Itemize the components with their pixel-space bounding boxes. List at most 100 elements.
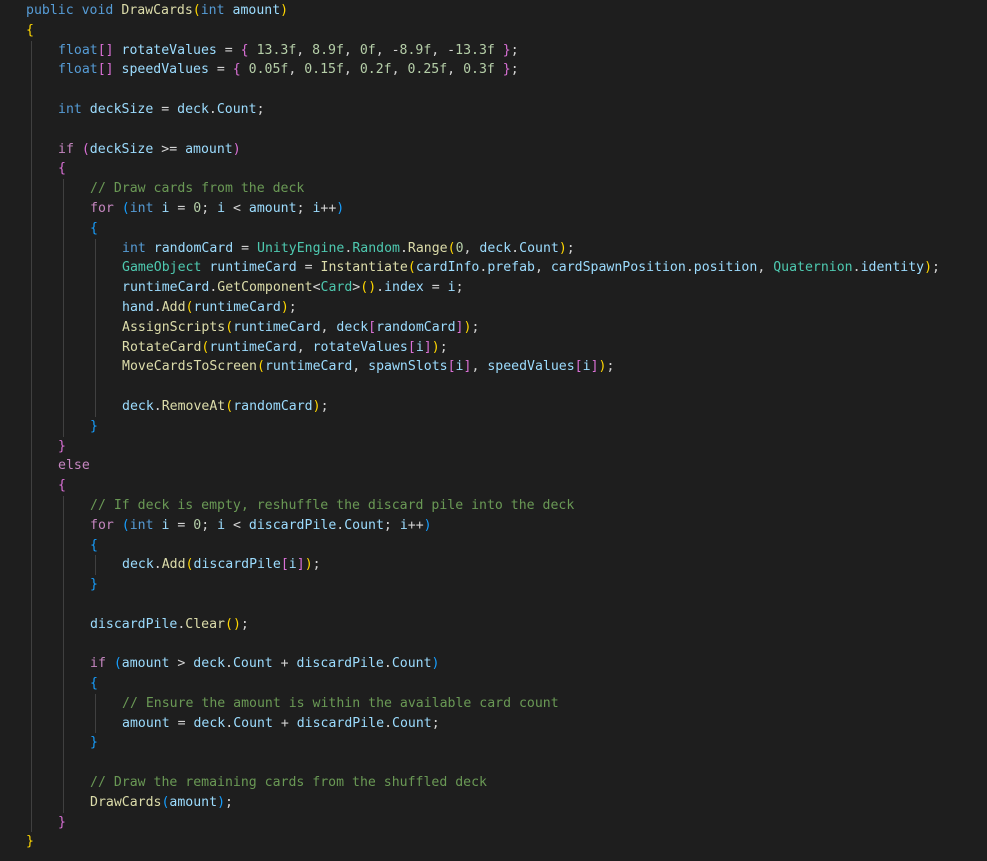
code-token: } <box>90 418 98 434</box>
indent-guide <box>31 238 32 259</box>
code-token: discardPile <box>296 656 384 672</box>
code-token: , - <box>375 42 400 58</box>
code-token: GameObject <box>122 260 202 276</box>
code-token: // Draw the remaining cards from the shu… <box>90 775 487 791</box>
indent-guide <box>31 40 32 61</box>
code-line[interactable] <box>0 594 987 615</box>
code-line[interactable]: } <box>0 832 987 852</box>
code-line[interactable]: for (int i = 0; i < amount; i++) <box>0 198 987 219</box>
code-line[interactable]: } <box>0 733 987 754</box>
code-token: ; <box>296 200 313 216</box>
code-line[interactable]: { <box>0 476 987 496</box>
code-line[interactable]: RotateCard(runtimeCard, rotateValues[i])… <box>0 337 987 358</box>
code-token: 0f <box>359 42 376 58</box>
code-token: , - <box>431 42 456 58</box>
code-token: Count <box>391 656 432 672</box>
code-token: cardInfo <box>415 260 480 276</box>
code-token: Add <box>161 557 186 573</box>
code-token: int <box>58 101 82 117</box>
code-line[interactable]: } <box>0 812 987 833</box>
code-token: . <box>511 240 520 256</box>
code-token: runtimeCard <box>209 260 297 276</box>
code-line[interactable]: GameObject runtimeCard = Instantiate(car… <box>0 258 987 279</box>
code-line[interactable]: deck.RemoveAt(randomCard); <box>0 396 987 417</box>
code-token: Count <box>519 240 559 256</box>
code-token: . <box>153 398 162 414</box>
indent-guide <box>95 555 96 576</box>
code-line[interactable]: deck.Add(discardPile[i]); <box>0 555 987 576</box>
code-line[interactable]: if (deckSize >= amount) <box>0 139 987 160</box>
indent-guide <box>31 674 32 694</box>
code-token: discardPile <box>296 715 385 731</box>
code-line[interactable]: } <box>0 575 987 595</box>
indent-guide <box>63 535 64 556</box>
code-line[interactable]: hand.Add(runtimeCard); <box>0 297 987 318</box>
code-token: < <box>312 280 321 296</box>
indent-guide <box>95 238 96 259</box>
indent-guide <box>31 773 32 793</box>
code-editor[interactable]: public void DrawCards(int amount){float[… <box>0 0 987 861</box>
code-line[interactable]: { <box>0 674 987 694</box>
code-line[interactable]: int randomCard = UnityEngine.Random.Rang… <box>0 238 987 259</box>
code-token: = <box>208 62 233 78</box>
code-line[interactable]: float[] speedValues = { 0.05f, 0.15f, 0.… <box>0 60 987 81</box>
indent-guide <box>63 258 64 279</box>
code-token: MoveCardsToScreen <box>122 359 257 375</box>
code-token: [ <box>574 359 583 375</box>
code-token: // Draw cards from the deck <box>90 181 305 197</box>
code-token: float <box>58 62 98 78</box>
code-line[interactable]: discardPile.Clear(); <box>0 614 987 635</box>
code-line[interactable]: { <box>0 21 987 41</box>
code-line[interactable]: runtimeCard.GetComponent<Card>().index =… <box>0 278 987 298</box>
code-line[interactable]: // Draw cards from the deck <box>0 179 987 199</box>
code-token: ( <box>121 200 130 216</box>
code-line[interactable]: int deckSize = deck.Count; <box>0 99 987 120</box>
code-token: () <box>360 280 377 296</box>
code-line[interactable] <box>0 377 987 397</box>
code-line[interactable]: AssignScripts(runtimeCard, deck[randomCa… <box>0 317 987 338</box>
code-line[interactable] <box>0 80 987 100</box>
code-token: ; <box>225 794 233 810</box>
indent-guide <box>31 80 32 100</box>
code-token: { <box>26 22 34 38</box>
code-line[interactable]: if (amount > deck.Count + discardPile.Co… <box>0 654 987 675</box>
code-line[interactable]: public void DrawCards(int amount) <box>0 1 987 21</box>
code-line[interactable]: { <box>0 159 987 180</box>
code-line[interactable]: // Draw the remaining cards from the shu… <box>0 773 987 793</box>
code-token: ) <box>423 517 432 533</box>
code-line[interactable]: MoveCardsToScreen(runtimeCard, spawnSlot… <box>0 357 987 378</box>
code-token: , <box>320 319 337 335</box>
code-line[interactable] <box>0 634 987 655</box>
code-line[interactable]: else <box>0 456 987 477</box>
code-line[interactable] <box>0 753 987 774</box>
code-token: if <box>58 141 74 157</box>
code-line[interactable]: amount = deck.Count + discardPile.Count; <box>0 713 987 734</box>
code-token: Count <box>216 101 257 117</box>
code-token: } <box>502 62 511 78</box>
code-line[interactable]: } <box>0 416 987 437</box>
code-line[interactable]: for (int i = 0; i < discardPile.Count; i… <box>0 515 987 536</box>
code-line[interactable]: } <box>0 436 987 457</box>
code-token: amount <box>122 715 170 731</box>
code-line[interactable]: // Ensure the amount is within the avail… <box>0 693 987 714</box>
code-line[interactable]: float[] rotateValues = { 13.3f, 8.9f, 0f… <box>0 40 987 61</box>
indent-guide <box>95 357 96 378</box>
code-line[interactable] <box>0 119 987 140</box>
indent-guide <box>31 753 32 774</box>
code-token: i <box>217 200 226 216</box>
code-token: ) <box>232 141 241 157</box>
code-token: deck <box>122 398 154 414</box>
code-token: = <box>153 101 178 117</box>
code-line[interactable]: // If deck is empty, reshuffle the disca… <box>0 495 987 516</box>
code-line[interactable]: { <box>0 218 987 239</box>
code-line[interactable]: { <box>0 535 987 556</box>
code-token: . <box>225 715 234 731</box>
code-token: ( <box>185 557 194 573</box>
code-line[interactable]: DrawCards(amount); <box>0 792 987 813</box>
code-area[interactable]: public void DrawCards(int amount){float[… <box>0 1 987 852</box>
